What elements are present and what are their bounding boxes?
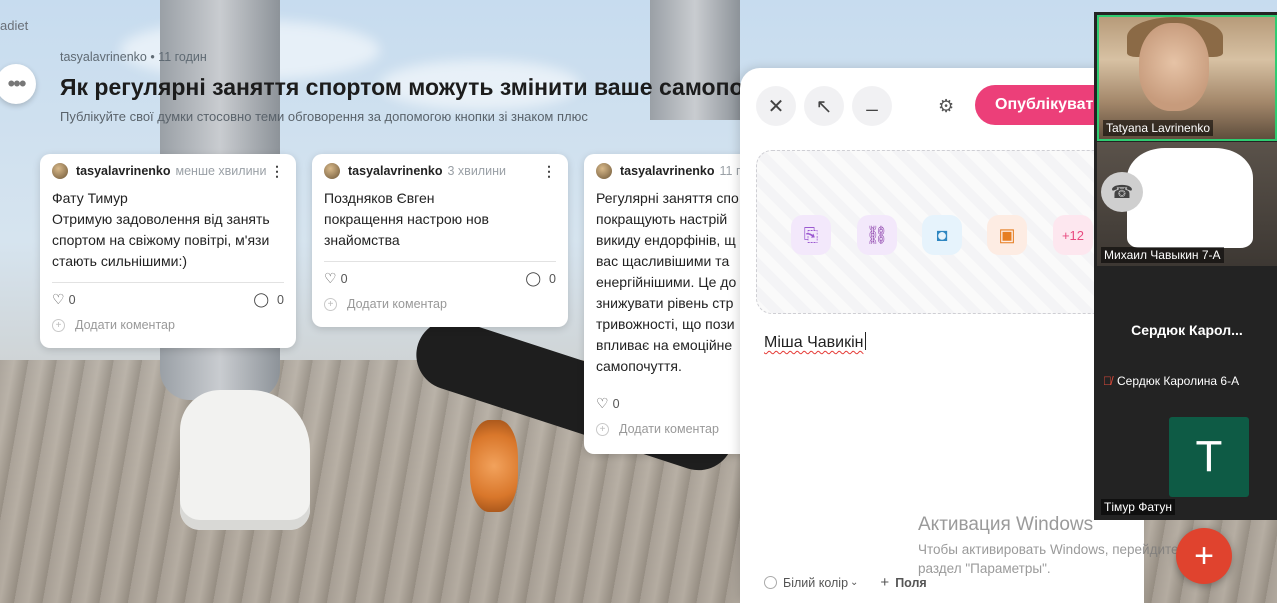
collapse-icon[interactable]: ↖ (804, 86, 844, 126)
board-author: tasyalavrinenko (60, 50, 147, 64)
comment-group[interactable]: ◯ 0 (253, 291, 284, 308)
post-author: tasyalavrinenko (348, 164, 443, 178)
video-call-panel: Tatyana Lavrinenko ☎ Михаил Чавыкин 7-А … (1094, 12, 1277, 520)
add-comment-button[interactable]: + Додати коментар (324, 297, 556, 311)
page-subtitle: Публікуйте свої думки стосовно теми обго… (60, 109, 588, 124)
post-author: tasyalavrinenko (620, 164, 715, 178)
post-body: Регулярні заняття спо покращують настрій… (596, 190, 739, 374)
like-count: 0 (612, 396, 620, 411)
mic-muted-icon: 🎙̸ (1103, 374, 1112, 388)
image-search-icon[interactable]: ▣ (987, 215, 1027, 255)
add-post-button[interactable]: + (1176, 528, 1232, 584)
post-body: Поздняков Євген покращення настрою нов з… (324, 190, 489, 248)
post-text-input[interactable]: Міша Чавикін (764, 332, 867, 352)
board-meta: tasyalavrinenko • 11 годин (60, 50, 760, 64)
divider (52, 282, 284, 283)
post-card[interactable]: tasyalavrinenko менше хвилини ⋮ Фату Тим… (40, 154, 296, 348)
plus-icon[interactable]: + (880, 574, 889, 591)
brand-logo: adiet (0, 18, 29, 33)
text-caret (865, 332, 867, 350)
comment-count: 0 (549, 271, 556, 286)
sneaker (180, 390, 310, 530)
post-body: Фату Тимур Отримую задоволення від занят… (52, 190, 270, 269)
comment-icon[interactable]: ◯ (525, 270, 541, 287)
participant-initial-avatar: T (1169, 417, 1249, 497)
post-reactions: ♡ 0 ◯ 0 (52, 291, 284, 308)
wheel (470, 420, 518, 512)
color-option-label[interactable]: Білий колір (783, 576, 848, 590)
post-header: tasyalavrinenko 3 хвилини ⋮ (324, 162, 556, 180)
participant-name: Михаил Чавыкин 7-А (1101, 247, 1224, 263)
participant-label: 🎙̸ Сердюк Каролина 6-А (1103, 374, 1239, 388)
chevron-down-icon[interactable]: ⌄ (850, 577, 858, 588)
like-icon[interactable]: ♡ (596, 395, 609, 412)
board-time: 11 годин (158, 50, 207, 64)
avatar (324, 163, 340, 179)
plus-icon: + (324, 297, 337, 311)
comment-count: 0 (277, 292, 284, 307)
page-title: Як регулярні заняття спортом можуть змін… (60, 74, 760, 100)
participant-tile[interactable]: Сердюк Карол... 🎙̸ Сердюк Каролина 6-А (1097, 268, 1277, 392)
color-radio[interactable] (764, 576, 777, 589)
upload-file-icon[interactable]: ⎘ (791, 215, 831, 255)
post-reactions: ♡ 0 ◯ 0 (324, 270, 556, 287)
camera-off-icon: ☎ (1101, 172, 1143, 212)
like-count: 0 (340, 271, 348, 286)
divider (324, 261, 556, 262)
add-comment-button[interactable]: + Додати коментар (52, 318, 284, 332)
plus-icon: + (596, 422, 609, 436)
post-card[interactable]: tasyalavrinenko 3 хвилини ⋮ Поздняков Єв… (312, 154, 568, 327)
close-icon[interactable]: ✕ (756, 86, 796, 126)
post-time: менше хвилини (175, 164, 267, 178)
board-header: tasyalavrinenko • 11 годин Як регулярні … (60, 50, 760, 124)
post-time: 3 хвилини (447, 164, 506, 178)
like-count: 0 (68, 292, 76, 307)
settings-icon[interactable]: ⚙ (938, 96, 954, 117)
like-icon[interactable]: ♡ (324, 270, 337, 287)
composer-footer: Білий колір ⌄ + Поля (764, 574, 927, 591)
add-comment-label: Додати коментар (347, 297, 447, 311)
attachment-dropzone[interactable]: ⎘ ⛓ ◘ ▣ +12 (756, 150, 1116, 314)
comment-icon[interactable]: ◯ (253, 291, 269, 308)
participant-display-name: Сердюк Карол... (1131, 322, 1243, 338)
more-attachments-button[interactable]: +12 (1053, 215, 1093, 255)
participant-tile[interactable]: ☎ Михаил Чавыкин 7-А (1097, 142, 1277, 266)
typed-text: Міша Чавикін (764, 334, 864, 351)
add-comment-label: Додати коментар (619, 422, 719, 436)
camera-icon[interactable]: ◘ (922, 215, 962, 255)
more-options-icon[interactable]: ⋮ (270, 164, 284, 178)
avatar (52, 163, 68, 179)
participant-name: Tatyana Lavrinenko (1103, 120, 1214, 136)
like-icon[interactable]: ♡ (52, 291, 65, 308)
comment-group[interactable]: ◯ 0 (525, 270, 556, 287)
plus-icon: + (52, 318, 65, 332)
more-options-icon[interactable]: ⋮ (542, 164, 556, 178)
minimize-icon[interactable]: _ (852, 86, 892, 126)
add-comment-label: Додати коментар (75, 318, 175, 332)
avatar (596, 163, 612, 179)
post-author: tasyalavrinenko (76, 164, 171, 178)
link-icon[interactable]: ⛓ (857, 215, 897, 255)
participant-tile[interactable]: Tatyana Lavrinenko (1097, 15, 1277, 141)
participant-name: Сердюк Каролина 6-А (1117, 374, 1240, 388)
post-header: tasyalavrinenko менше хвилини ⋮ (52, 162, 284, 180)
participant-name: Тімур Фатун (1101, 499, 1176, 515)
